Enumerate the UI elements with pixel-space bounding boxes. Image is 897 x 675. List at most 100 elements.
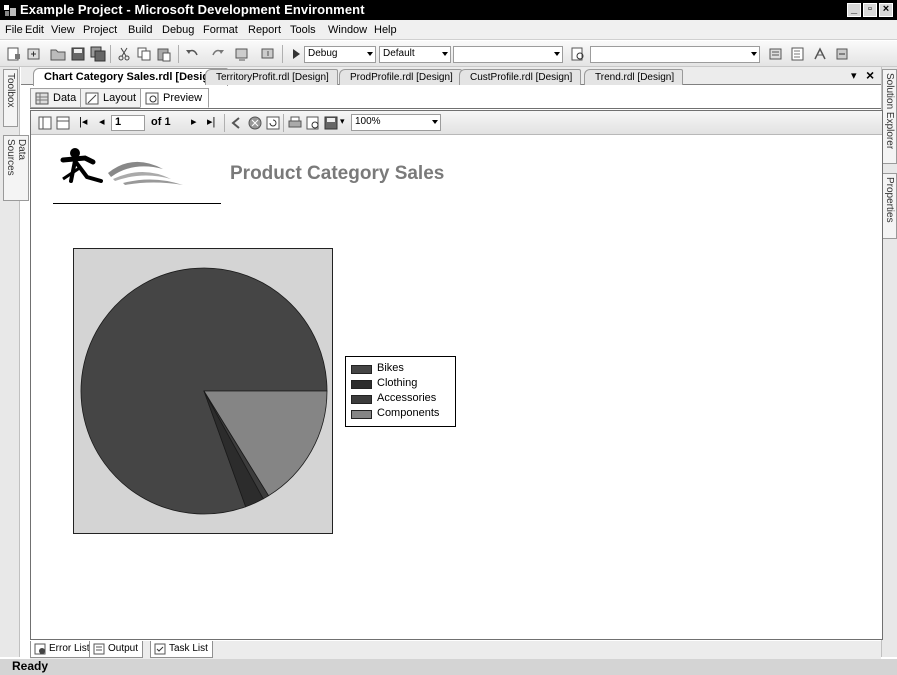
app-icon <box>4 5 16 16</box>
copy-icon[interactable] <box>136 46 152 62</box>
properties-tab-label: Properties <box>884 177 895 223</box>
menu-edit[interactable]: Edit <box>25 24 44 36</box>
export-icon[interactable] <box>323 115 339 131</box>
menu-file[interactable]: File <box>5 24 23 36</box>
report-title: Product Category Sales <box>230 163 445 184</box>
layout-tab-icon <box>85 92 99 105</box>
find-in-files-icon[interactable] <box>570 46 586 62</box>
window-title: Example Project - Microsoft Development … <box>20 2 365 17</box>
open-folder-icon[interactable] <box>50 46 66 62</box>
tab-territory-profit[interactable]: TerritoryProfit.rdl [Design] <box>205 69 338 85</box>
start-debugging-icon[interactable] <box>288 46 304 62</box>
output-icon <box>93 643 105 655</box>
tab-task-list[interactable]: Task List <box>150 641 213 658</box>
menu-tools[interactable]: Tools <box>290 24 316 36</box>
tab-cust-profile[interactable]: CustProfile.rdl [Design] <box>459 69 582 85</box>
legend-swatch <box>351 410 372 419</box>
add-item-icon[interactable] <box>26 46 42 62</box>
toolbar-separator <box>110 45 111 63</box>
toolbar-separator <box>224 114 225 132</box>
tab-preview[interactable]: Preview <box>140 88 210 108</box>
save-icon[interactable] <box>70 46 86 62</box>
export-dropdown-icon[interactable]: ▾ <box>340 116 345 127</box>
tab-trend[interactable]: Trend.rdl [Design] <box>584 69 684 85</box>
toolbox-panel-tab[interactable]: Toolbox <box>3 69 18 127</box>
solution-explorer-panel-tab[interactable]: Solution Explorer <box>882 69 897 164</box>
legend-label: Accessories <box>377 392 437 404</box>
menu-view[interactable]: View <box>51 24 75 36</box>
chevron-down-icon <box>442 52 448 56</box>
preview-tab-icon <box>145 92 159 105</box>
save-all-icon[interactable] <box>90 46 106 62</box>
find-combo[interactable] <box>453 46 563 63</box>
tab-prod-profile[interactable]: ProdProfile.rdl [Design] <box>339 69 462 85</box>
redo-icon[interactable] <box>210 46 226 62</box>
navigate-forward-icon[interactable] <box>260 46 276 62</box>
platform-value: Default <box>383 48 415 59</box>
platform-combo[interactable]: Default <box>379 46 451 63</box>
page-number-input[interactable]: 1 <box>111 115 145 131</box>
error-list-icon <box>34 643 46 655</box>
tab-chart-category-sales[interactable]: Chart Category Sales.rdl [Design] <box>33 68 229 86</box>
solution-configuration-combo[interactable]: Debug <box>304 46 376 63</box>
menu-bar: File Edit View Project Build Debug Forma… <box>0 20 897 40</box>
cut-icon[interactable] <box>116 46 132 62</box>
paste-icon[interactable] <box>156 46 172 62</box>
tab-label: Chart Category Sales.rdl [Design] <box>44 71 220 83</box>
menu-window[interactable]: Window <box>328 24 367 36</box>
standard-toolbar: Debug Default <box>0 41 897 67</box>
title-bar: Example Project - Microsoft Development … <box>0 0 897 20</box>
minimize-button[interactable]: _ <box>847 3 861 17</box>
legend-label: Clothing <box>377 377 418 389</box>
last-page-icon[interactable]: ▸| <box>207 115 215 128</box>
previous-page-icon[interactable]: ◂ <box>99 115 105 128</box>
search-combo[interactable] <box>590 46 760 63</box>
close-window-button[interactable]: × <box>879 3 893 17</box>
next-page-icon[interactable]: ▸ <box>191 115 197 128</box>
data-sources-panel-tab[interactable]: Data Sources <box>3 135 29 201</box>
legend-swatch <box>351 380 372 389</box>
solution-explorer-icon[interactable] <box>768 46 784 62</box>
class-view-icon[interactable] <box>834 46 850 62</box>
data-tab-label: Data <box>53 92 77 104</box>
close-tab-icon[interactable]: × <box>866 67 874 83</box>
maximize-button[interactable]: ▫ <box>863 3 877 17</box>
menu-debug[interactable]: Debug <box>162 24 194 36</box>
zoom-combo[interactable]: 100% <box>351 114 441 131</box>
page-count-label: of 1 <box>151 116 171 128</box>
undo-icon[interactable] <box>184 46 200 62</box>
print-icon[interactable] <box>287 115 303 131</box>
tab-data[interactable]: Data <box>30 88 84 108</box>
tab-label: TerritoryProfit.rdl [Design] <box>216 72 329 83</box>
menu-build[interactable]: Build <box>128 24 152 36</box>
menu-help[interactable]: Help <box>374 24 397 36</box>
navigate-backward-icon[interactable] <box>234 46 250 62</box>
tab-error-list[interactable]: Error List <box>30 641 95 658</box>
menu-format[interactable]: Format <box>203 24 238 36</box>
tab-output[interactable]: Output <box>89 641 144 658</box>
properties-panel-tab[interactable]: Properties <box>882 173 897 239</box>
data-tab-icon <box>35 92 49 105</box>
parameters-icon[interactable] <box>55 115 71 131</box>
bottom-tool-tabs: Error List Output Task List <box>30 641 881 659</box>
refresh-icon[interactable] <box>265 115 281 131</box>
tab-list-dropdown-icon[interactable]: ▾ <box>851 69 857 82</box>
back-icon[interactable] <box>229 115 245 131</box>
menu-report[interactable]: Report <box>248 24 281 36</box>
new-project-icon[interactable] <box>6 46 22 62</box>
legend-swatch <box>351 365 372 374</box>
document-tab-strip: Chart Category Sales.rdl [Design] Territ… <box>21 67 881 86</box>
properties-window-icon[interactable] <box>790 46 806 62</box>
stop-icon[interactable] <box>247 115 263 131</box>
solution-explorer-tab-label: Solution Explorer <box>884 73 895 150</box>
chevron-down-icon <box>751 52 757 56</box>
menu-project[interactable]: Project <box>83 24 117 36</box>
document-map-icon[interactable] <box>37 115 53 131</box>
tab-label: CustProfile.rdl [Design] <box>470 72 573 83</box>
tab-layout[interactable]: Layout <box>80 88 144 108</box>
first-page-icon[interactable]: |◂ <box>79 115 87 128</box>
toolbox-icon[interactable] <box>812 46 828 62</box>
print-layout-icon[interactable] <box>305 115 321 131</box>
chevron-down-icon <box>432 120 438 124</box>
toolbox-tab-label: Toolbox <box>5 73 16 108</box>
